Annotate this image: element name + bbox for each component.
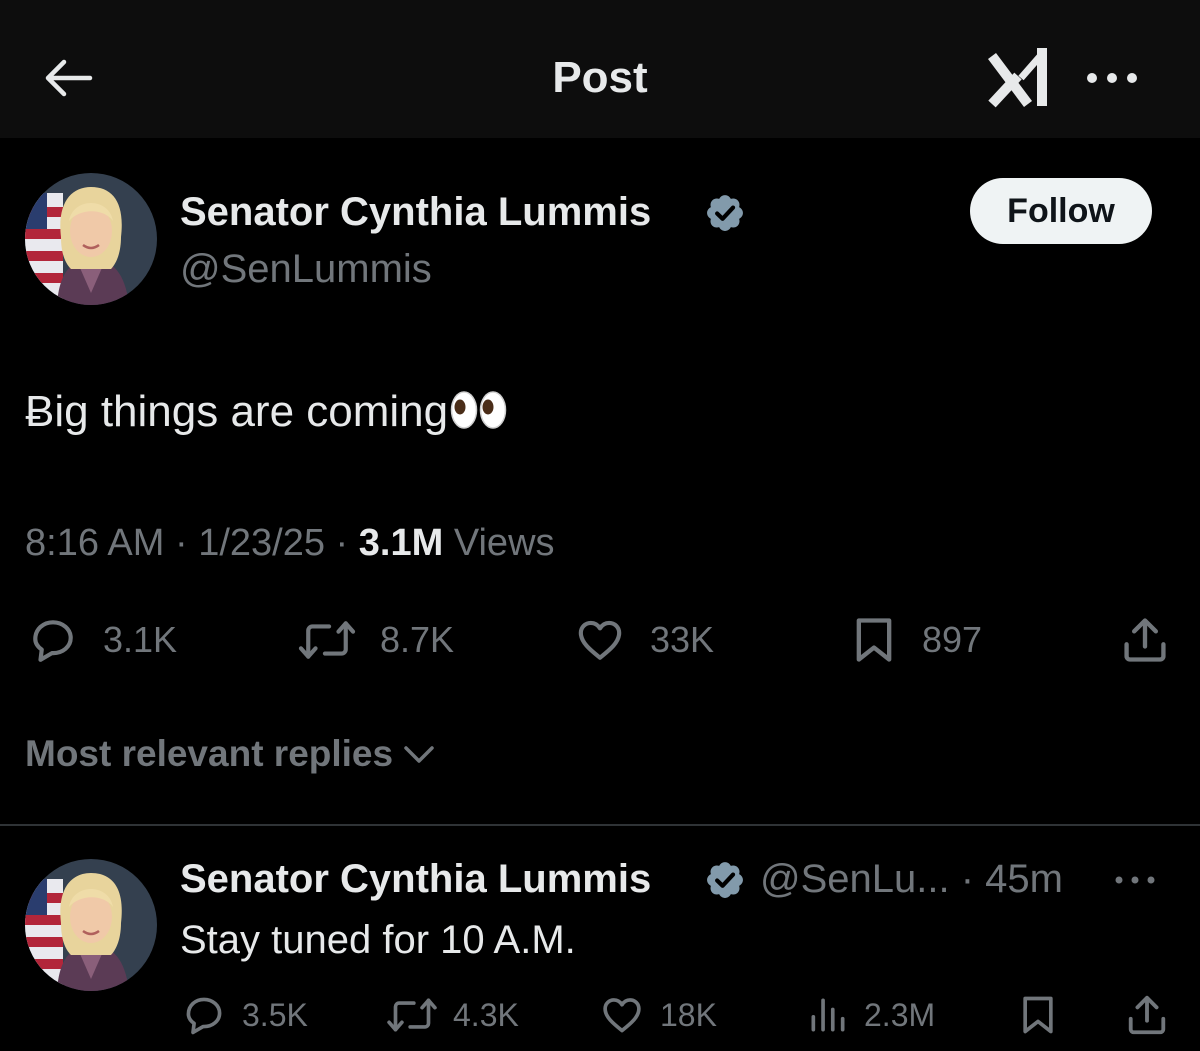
share-icon <box>1128 995 1166 1035</box>
repost-count: 8.7K <box>380 619 455 660</box>
reply-share-button[interactable] <box>1124 990 1170 1040</box>
reply-views-button[interactable]: 2.3M <box>806 990 935 1040</box>
avatar-image <box>25 859 157 991</box>
verified-badge-icon <box>707 862 743 898</box>
replies-sort-label: Most relevant replies <box>25 733 394 774</box>
reply-like-button[interactable]: 18K <box>598 990 717 1040</box>
reply-age[interactable]: 45m <box>985 857 1063 901</box>
more-horizontal-icon <box>1087 73 1137 83</box>
reply-text: Stay tuned for 10 A.M. <box>180 918 576 962</box>
avatar-image <box>25 173 157 305</box>
reply-like-count: 18K <box>660 996 717 1033</box>
more-options-button[interactable] <box>1082 60 1142 96</box>
heart-icon <box>603 998 641 1033</box>
like-count: 33K <box>650 619 715 660</box>
bookmark-icon <box>1023 996 1053 1034</box>
share-icon <box>1124 618 1166 662</box>
reply-meta: @SenLu... · 45m <box>760 857 1063 901</box>
heart-icon <box>578 620 622 660</box>
reply-button[interactable]: 3.1K <box>25 612 177 668</box>
more-horizontal-icon <box>1115 876 1155 884</box>
eyes-emoji <box>450 391 507 429</box>
like-button[interactable]: 33K <box>572 612 714 668</box>
post-time: 8:16 AM <box>25 522 165 564</box>
divider <box>0 824 1200 826</box>
post-text: Ƀig things are coming <box>25 385 508 439</box>
reply-bookmark-button[interactable] <box>1016 990 1060 1040</box>
post-date: 1/23/25 <box>198 522 325 564</box>
reply-author-avatar[interactable] <box>25 859 157 991</box>
reply-repost-count: 4.3K <box>453 996 519 1033</box>
reply-reply-button[interactable]: 3.5K <box>180 990 308 1040</box>
reply-views-count: 2.3M <box>864 996 936 1033</box>
reply-author-handle[interactable]: @SenLu... <box>760 857 950 901</box>
grok-button[interactable] <box>988 42 1056 114</box>
bookmark-icon <box>856 618 892 662</box>
follow-button[interactable]: Follow <box>970 178 1152 244</box>
replies-sort-dropdown[interactable]: Most relevant replies <box>25 733 437 775</box>
views-count: 3.1M <box>358 522 444 564</box>
chevron-down-icon <box>404 746 434 763</box>
reply-repost-button[interactable]: 4.3K <box>385 990 519 1040</box>
author-avatar[interactable] <box>25 173 157 305</box>
reply-more-button[interactable] <box>1110 862 1160 898</box>
repost-button[interactable]: 8.7K <box>296 612 454 668</box>
top-bar: Post <box>0 0 1200 138</box>
repost-icon <box>387 998 437 1032</box>
reply-icon <box>33 620 73 662</box>
author-handle[interactable]: @SenLummis <box>180 245 432 293</box>
reply-icon <box>186 997 222 1035</box>
author-name[interactable]: Senator Cynthia Lummis <box>180 188 651 236</box>
share-button[interactable] <box>1118 612 1172 668</box>
bookmark-count: 897 <box>922 619 983 660</box>
verified-badge-icon <box>707 195 743 231</box>
grok-icon <box>988 48 1047 108</box>
reply-reply-count: 3.5K <box>242 996 308 1033</box>
analytics-icon <box>811 998 845 1032</box>
post-meta: 8:16 AM · 1/23/25 · 3.1M Views <box>25 522 555 564</box>
bookmark-button[interactable]: 897 <box>848 612 982 668</box>
post-body: Ƀig things are coming <box>25 387 449 436</box>
views-label[interactable]: Views <box>454 522 555 564</box>
repost-icon <box>298 621 356 659</box>
reply-count: 3.1K <box>103 619 178 660</box>
reply-author-name[interactable]: Senator Cynthia Lummis <box>180 855 651 903</box>
